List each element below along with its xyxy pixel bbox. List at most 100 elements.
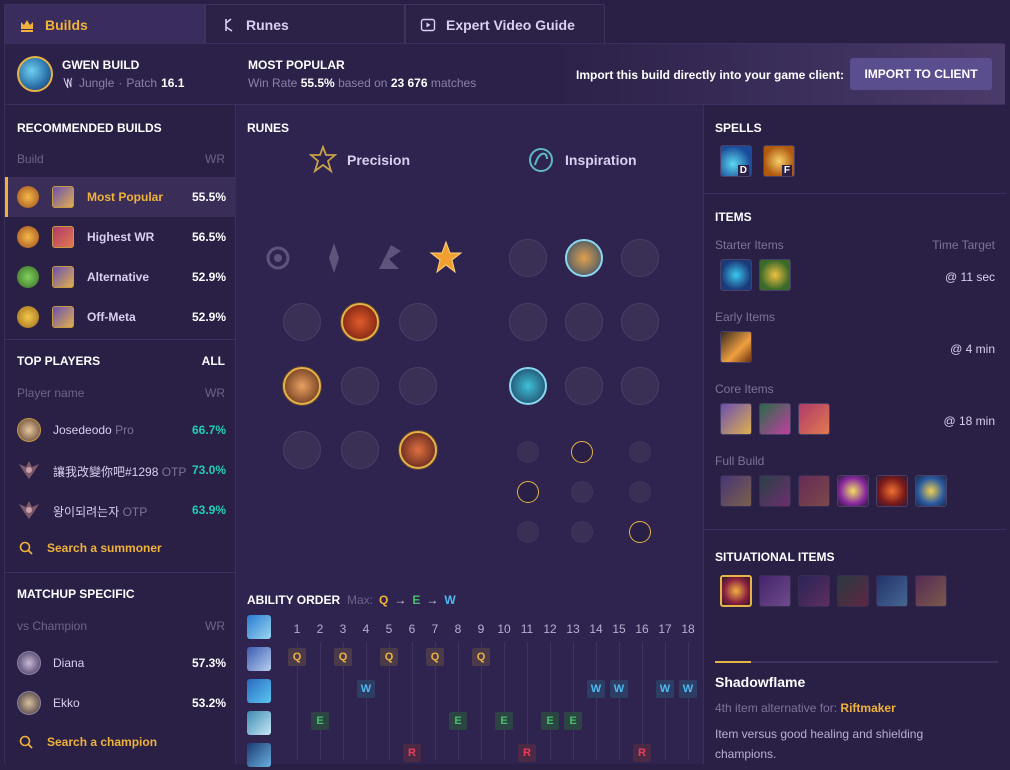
flash-spell-icon[interactable]: D: [720, 145, 752, 177]
level-number: 4: [362, 622, 370, 636]
w-ability-icon: [247, 679, 271, 703]
shard-adaptive-force-2[interactable]: [517, 481, 539, 503]
build-row-most-popular[interactable]: Most Popular 55.5%: [5, 177, 236, 217]
build-row-wr: 55.5%: [191, 190, 226, 204]
passive-ability-icon: [247, 615, 271, 639]
import-text: Import this build directly into your gam…: [576, 68, 845, 82]
rune-legend-haste[interactable]: [341, 367, 379, 405]
full-build-item-icon[interactable]: [759, 475, 791, 507]
shard-health-scaling[interactable]: [629, 481, 651, 503]
level-number: 14: [589, 622, 603, 636]
rune-conqueror[interactable]: [427, 239, 465, 277]
skill-q-level-marker: Q: [334, 648, 352, 666]
full-build-item-icon[interactable]: [837, 475, 869, 507]
shard-tenacity[interactable]: [571, 521, 593, 543]
shard-health[interactable]: [517, 521, 539, 543]
runes-and-abilities: RUNES Precision Inspiration ABILITY ORDE…: [237, 105, 702, 767]
rune-legend-alacrity[interactable]: [283, 367, 321, 405]
tab-runes[interactable]: Runes: [205, 4, 405, 44]
build-row-highest-wr[interactable]: Highest WR 56.5%: [5, 217, 236, 257]
skill-e-level-marker: E: [495, 712, 513, 730]
jungle-role-icon: [63, 77, 73, 89]
situational-item-icon[interactable]: [759, 575, 791, 607]
core-item-icon[interactable]: [798, 403, 830, 435]
level-gridline: [527, 642, 528, 760]
smite-spell-icon[interactable]: F: [763, 145, 795, 177]
rune-triumph[interactable]: [341, 303, 379, 341]
rune-cash-back[interactable]: [621, 239, 659, 277]
full-build-item-icon[interactable]: [798, 475, 830, 507]
rune-cut-down[interactable]: [341, 431, 379, 469]
build-row-wr: 52.9%: [191, 310, 226, 324]
shard-health-scaling-2[interactable]: [629, 521, 651, 543]
build-header: GWEN BUILD Jungle · Patch 16.1 MOST POPU…: [5, 44, 1005, 105]
situational-item-description: Item versus good healing and shielding c…: [715, 727, 924, 761]
rune-biscuit-delivery[interactable]: [621, 303, 659, 341]
matchup-row[interactable]: Diana 57.3%: [5, 643, 236, 683]
rune-hextech-flashtraption[interactable]: [509, 239, 547, 277]
full-build-item-icon[interactable]: [876, 475, 908, 507]
primary-tree-label: Precision: [347, 152, 411, 168]
tab-builds[interactable]: Builds: [4, 4, 205, 44]
rune-presence-of-mind[interactable]: [399, 303, 437, 341]
rune-legend-bloodline[interactable]: [399, 367, 437, 405]
core-item-icon[interactable]: [720, 403, 752, 435]
shard-ability-haste[interactable]: [629, 441, 651, 463]
shard-adaptive-force[interactable]: [517, 441, 539, 463]
build-column-header: Build: [17, 152, 44, 166]
rune-absorb-life[interactable]: [283, 303, 321, 341]
shard-attack-speed[interactable]: [571, 441, 593, 463]
full-build-item-icon[interactable]: [720, 475, 752, 507]
inspiration-icon: [529, 148, 553, 172]
situational-item-icon[interactable]: [798, 575, 830, 607]
search-icon: [19, 735, 33, 749]
search-summoner-link[interactable]: Search a summoner: [19, 541, 162, 555]
rune-approach-velocity[interactable]: [565, 367, 603, 405]
search-champion-link[interactable]: Search a champion: [19, 735, 157, 749]
vs-champion-column-header: vs Champion: [17, 619, 88, 633]
player-row[interactable]: 讓我改變你吧#1298 OTP 73.0%: [5, 450, 236, 490]
rune-fleet-footwork[interactable]: [371, 239, 409, 277]
build-row-label: Alternative: [87, 270, 150, 284]
rune-cosmic-insight[interactable]: [509, 367, 547, 405]
core-item-icon[interactable]: [759, 403, 791, 435]
rune-triple-tonic[interactable]: [509, 303, 547, 341]
matchup-row[interactable]: Ekko 53.2%: [5, 683, 236, 723]
tab-expert-video-guide[interactable]: Expert Video Guide: [405, 4, 605, 44]
starter-item-icon[interactable]: [759, 259, 791, 291]
arrow-right-icon: →: [394, 593, 407, 607]
situational-item-icon[interactable]: [837, 575, 869, 607]
rune-time-warp-tonic[interactable]: [565, 303, 603, 341]
rune-magical-footwear[interactable]: [565, 239, 603, 277]
shard-move-speed[interactable]: [571, 481, 593, 503]
spell-key: F: [781, 165, 792, 176]
search-champion-label: Search a champion: [47, 735, 158, 749]
spells-title: SPELLS: [715, 121, 762, 135]
item-icon: [52, 306, 74, 328]
level-gridline: [320, 642, 321, 760]
rune-press-the-attack[interactable]: [259, 239, 297, 277]
rune-last-stand[interactable]: [399, 431, 437, 469]
player-row[interactable]: Josedeodo Pro 66.7%: [5, 410, 236, 450]
situational-item-icon[interactable]: [915, 575, 947, 607]
tab-bar: Builds Runes Expert Video Guide: [4, 4, 605, 44]
import-to-client-button[interactable]: IMPORT TO CLIENT: [850, 58, 992, 90]
situational-item-icon[interactable]: [720, 575, 752, 607]
rune-jack-of-all-trades[interactable]: [621, 367, 659, 405]
player-row[interactable]: 왕이되려는자 OTP 63.9%: [5, 490, 236, 530]
winrate-value: 55.5%: [300, 76, 335, 90]
early-item-icon[interactable]: [720, 331, 752, 363]
starter-item-icon[interactable]: [720, 259, 752, 291]
build-row-off-meta[interactable]: Off-Meta 52.9%: [5, 297, 236, 337]
search-icon: [19, 541, 33, 555]
full-build-item-icon[interactable]: [915, 475, 947, 507]
rune-lethal-tempo[interactable]: [315, 239, 353, 277]
situational-item-icon[interactable]: [876, 575, 908, 607]
build-row-alternative[interactable]: Alternative 52.9%: [5, 257, 236, 297]
matchup-wr: 57.3%: [191, 656, 226, 670]
top-players-title: TOP PLAYERS: [17, 354, 101, 368]
based-on-label: based on: [338, 76, 388, 90]
top-players-all-link[interactable]: ALL: [202, 354, 225, 368]
rune-coup-de-grace[interactable]: [283, 431, 321, 469]
ability-order-title: ABILITY ORDER: [247, 593, 341, 607]
